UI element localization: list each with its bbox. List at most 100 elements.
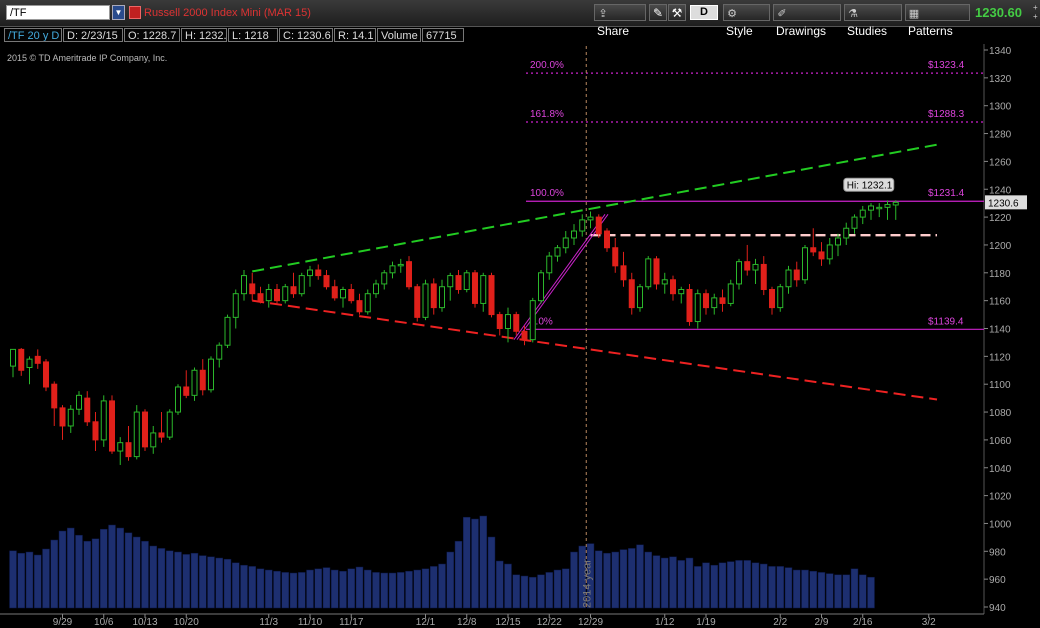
candle-body — [315, 269, 322, 277]
volume-bar — [339, 570, 347, 609]
y-tick-label: 1040 — [989, 464, 1012, 475]
wrench-button[interactable]: ⚒ — [668, 4, 686, 21]
candle-body — [381, 272, 388, 285]
candle-body — [777, 286, 784, 309]
share-button[interactable]: ⇪ Share — [594, 4, 646, 38]
price-chart[interactable]: 200.0% $1323.4161.8% $1288.3100.0% $1231.40… — [0, 44, 1040, 628]
candle-body — [719, 297, 726, 304]
volume-bar — [232, 562, 240, 609]
volume-bar — [644, 551, 652, 609]
volume-bar — [776, 566, 784, 609]
volume-bar — [256, 568, 265, 609]
candle-body — [752, 263, 759, 271]
candle-body — [397, 263, 404, 267]
candle-body — [546, 255, 553, 274]
fib-price-label: $1231.4 — [928, 188, 965, 199]
pin-button[interactable]: ✎ — [649, 4, 667, 21]
volume-bar — [314, 568, 322, 609]
patterns-button[interactable]: ▦ Patterns — [905, 4, 970, 38]
candle-body — [241, 275, 247, 295]
candle-body — [595, 216, 602, 235]
style-icon: ⚙ — [727, 8, 737, 20]
candle-body — [430, 283, 437, 309]
candle-body — [257, 293, 264, 302]
y-tick-label: 960 — [989, 575, 1006, 586]
candle-body — [307, 269, 313, 277]
volume-bar — [826, 573, 834, 609]
volume-bar — [397, 572, 405, 609]
symbol-flag-icon[interactable] — [129, 6, 141, 19]
volume-bar — [298, 572, 306, 609]
x-tick-label: 10/6 — [94, 617, 114, 628]
symbol-dropdown-icon[interactable]: ▼ — [112, 5, 125, 20]
candle-body — [736, 261, 742, 285]
candle-body — [133, 411, 140, 458]
volume-bar — [108, 524, 116, 609]
candle-body — [826, 244, 833, 260]
patterns-icon: ▦ — [908, 8, 920, 20]
candle-body — [661, 279, 668, 285]
volume-bar — [504, 563, 512, 609]
volume-bar — [190, 552, 199, 609]
y-tick-label: 1200 — [989, 241, 1012, 252]
candle-body — [538, 272, 544, 302]
candle-body — [859, 209, 866, 218]
y-tick-label: 1160 — [989, 297, 1011, 308]
style-button[interactable]: ⚙ Style — [723, 4, 770, 38]
y-tick-label: 1060 — [989, 436, 1012, 447]
volume-bar — [702, 562, 710, 609]
candle-body — [892, 201, 899, 206]
candle-body — [785, 269, 792, 288]
candle-body — [513, 314, 520, 332]
range-cell: R: 14.1 — [334, 28, 376, 42]
aggregation-button[interactable]: D — [690, 5, 718, 20]
drawings-button[interactable]: ✐ Drawings — [773, 4, 841, 38]
candle-body — [84, 397, 91, 423]
volume-bar — [289, 572, 298, 609]
studies-button[interactable]: ⚗ Studies — [844, 4, 902, 38]
y-tick-label: 980 — [989, 547, 1006, 558]
candle-body — [760, 263, 767, 291]
period-cell[interactable]: /TF 20 y D — [4, 28, 62, 42]
x-tick-label: 10/13 — [132, 617, 157, 628]
candle-body — [455, 275, 462, 291]
candle-body — [183, 386, 190, 396]
volume-bar — [355, 566, 364, 609]
volume-bar — [141, 540, 149, 609]
volume-bar — [149, 545, 157, 609]
volume-bar — [661, 557, 669, 609]
candle-body — [587, 216, 594, 221]
volume-bar — [174, 551, 182, 609]
candle-body — [18, 348, 25, 371]
candle-body — [604, 230, 610, 249]
candle-body — [612, 247, 619, 267]
x-tick-label: 10/20 — [174, 617, 199, 628]
candle-body — [364, 293, 371, 313]
candle-body — [100, 400, 107, 441]
volume-bar — [611, 551, 619, 609]
candle-body — [694, 293, 701, 323]
candle-body — [59, 407, 66, 427]
candle-body — [554, 247, 561, 257]
volume-bar — [842, 574, 850, 609]
studies-icon: ⚗ — [848, 8, 858, 20]
volume-bar — [388, 572, 397, 609]
symbol-input[interactable]: /TF — [6, 5, 110, 20]
x-tick-label: 1/12 — [655, 617, 675, 628]
volume-bar — [207, 556, 215, 609]
fib-price-label: $1323.4 — [928, 60, 965, 71]
volume-bar — [322, 567, 331, 609]
candle-body — [265, 289, 272, 302]
volume-bar — [512, 574, 520, 609]
candle-body — [26, 358, 33, 368]
volume-bar — [537, 574, 545, 609]
candle-body — [414, 286, 421, 318]
volume-bar — [25, 551, 34, 609]
candle-body — [323, 275, 330, 288]
volume-bar — [867, 576, 875, 609]
high-tooltip-label: Hi: 1232.1 — [847, 180, 893, 191]
expand-icon[interactable]: + + — [1033, 3, 1038, 21]
pin-icon: ✎ — [652, 6, 664, 20]
candle-body — [868, 205, 874, 211]
volume-bar — [83, 540, 91, 609]
